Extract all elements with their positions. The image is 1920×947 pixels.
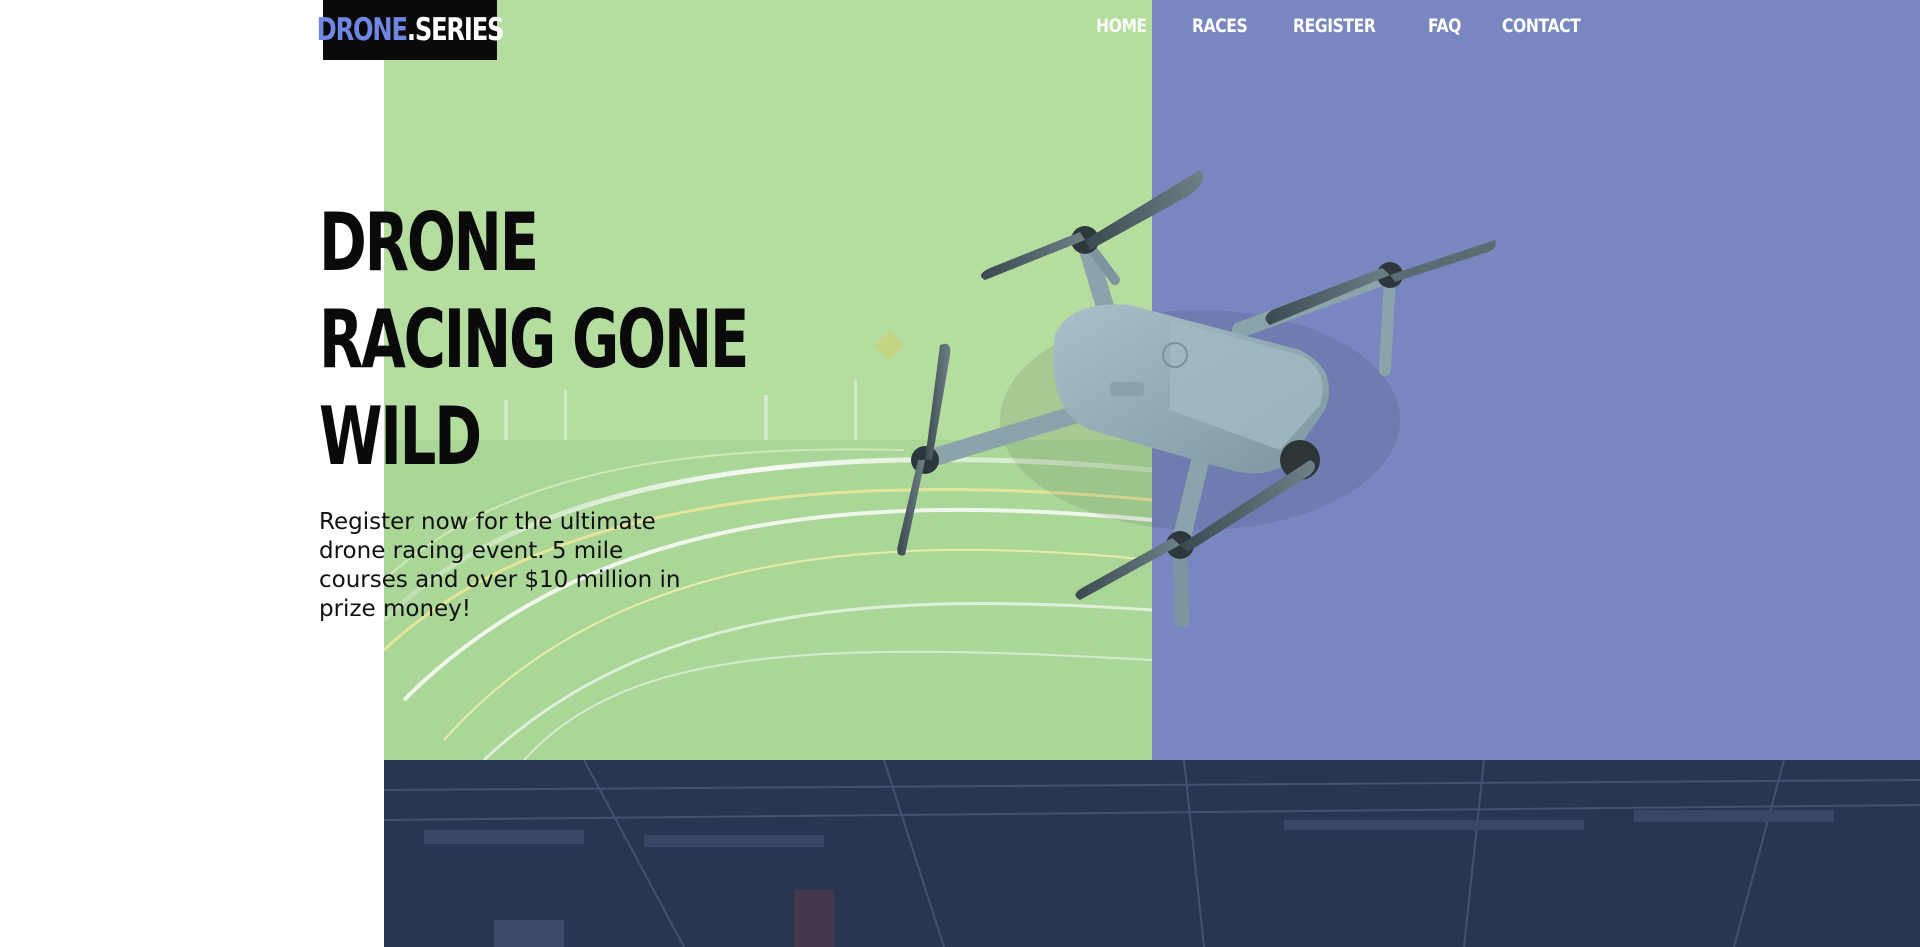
drone-image <box>897 170 1496 627</box>
hero-description: Register now for the ultimate drone raci… <box>319 509 681 622</box>
hero-title-line-1: DRONE <box>319 196 539 289</box>
brand-logo[interactable]: DRONE .SERIES <box>317 0 504 60</box>
nav-item-register[interactable]: REGISTER <box>1293 15 1376 37</box>
main-nav: HOME RACES REGISTER FAQ CONTACT <box>1096 15 1598 37</box>
brand-name-part-b: .SERIES <box>406 12 505 48</box>
landing-page: DRONE .SERIES HOME RACES REGISTER FAQ CON… <box>0 0 1920 947</box>
hero-title-line-3: WILD <box>319 390 482 483</box>
nav-item-contact[interactable]: CONTACT <box>1502 15 1581 37</box>
nav-item-races[interactable]: RACES <box>1192 15 1248 37</box>
nav-item-home[interactable]: HOME <box>1096 15 1147 37</box>
stadium-image <box>384 760 1920 947</box>
hero-title-line-2: RACING GONE <box>319 293 749 386</box>
hero-title: DRONE RACING GONE WILD <box>319 194 749 485</box>
nav-item-faq[interactable]: FAQ <box>1428 15 1461 37</box>
brand-name-part-a: DRONE <box>316 12 408 48</box>
